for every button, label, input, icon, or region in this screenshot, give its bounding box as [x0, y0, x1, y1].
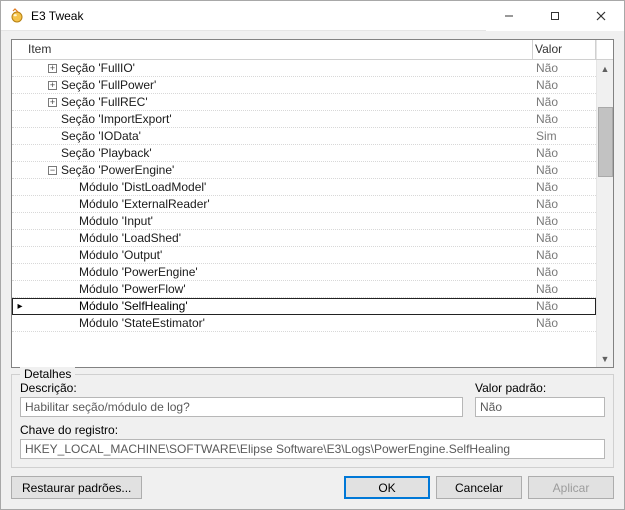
tree-row-value: Não: [534, 265, 596, 279]
tree-row-label: Seção 'FullREC': [61, 95, 148, 109]
tree-row-label: Módulo 'Input': [79, 214, 153, 228]
registry-key-field: HKEY_LOCAL_MACHINE\SOFTWARE\Elipse Softw…: [20, 439, 605, 459]
tree-row[interactable]: Módulo 'StateEstimator' Não: [12, 315, 596, 332]
scroll-thumb[interactable]: [598, 107, 613, 177]
tree-row[interactable]: Seção 'ImportExport' Não: [12, 111, 596, 128]
tree-row-value: Não: [534, 112, 596, 126]
tree-grid[interactable]: Item Valor + Seção 'FullIO' Não + Seção 'Ful…: [11, 39, 614, 368]
collapse-icon[interactable]: −: [48, 166, 57, 175]
tree-row-label: Módulo 'PowerFlow': [79, 282, 186, 296]
tree-row-value: Não: [534, 248, 596, 262]
details-group: Detalhes Descrição: Habilitar seção/módu…: [11, 374, 614, 468]
description-field: Habilitar seção/módulo de log?: [20, 397, 463, 417]
ok-button[interactable]: OK: [344, 476, 430, 499]
tree-row-value: Não: [534, 282, 596, 296]
cancel-button[interactable]: Cancelar: [436, 476, 522, 499]
scroll-up-icon[interactable]: ▲: [597, 60, 614, 77]
vertical-scrollbar[interactable]: ▲ ▼: [596, 60, 613, 367]
restore-defaults-button[interactable]: Restaurar padrões...: [11, 476, 142, 499]
expand-icon[interactable]: +: [48, 81, 57, 90]
close-button[interactable]: [578, 1, 624, 31]
default-value-label: Valor padrão:: [475, 381, 605, 395]
expand-icon[interactable]: +: [48, 64, 57, 73]
tree-row-label: Seção 'ImportExport': [61, 112, 172, 126]
tree-row-value: Não: [534, 231, 596, 245]
tree-row-value: Não: [534, 316, 596, 330]
tree-row[interactable]: Seção 'IOData' Sim: [12, 128, 596, 145]
tree-row-value: Sim: [534, 129, 596, 143]
column-header-scroll: [596, 40, 613, 59]
tree-row[interactable]: Módulo 'LoadShed' Não: [12, 230, 596, 247]
tree-row-value: Não: [534, 163, 596, 177]
tree-row[interactable]: Seção 'Playback' Não: [12, 145, 596, 162]
tree-row[interactable]: Módulo 'PowerEngine' Não: [12, 264, 596, 281]
tree-row-value: Não: [534, 180, 596, 194]
app-window: E3 Tweak Item Valor +Seção 'F: [0, 0, 625, 510]
tree-row[interactable]: Módulo 'DistLoadModel' Não: [12, 179, 596, 196]
window-title: E3 Tweak: [31, 9, 83, 23]
tree-row-label: Módulo 'SelfHealing': [79, 299, 188, 313]
tree-row-value: Não: [534, 146, 596, 160]
tree-row-label: Seção 'FullPower': [61, 78, 156, 92]
column-headers[interactable]: Item Valor: [12, 40, 613, 60]
details-legend: Detalhes: [20, 367, 75, 381]
apply-button[interactable]: Aplicar: [528, 476, 614, 499]
tree-row-label: Módulo 'LoadShed': [79, 231, 181, 245]
expand-icon[interactable]: +: [48, 98, 57, 107]
tree-row-value: Não: [534, 197, 596, 211]
tree-row[interactable]: Módulo 'Input' Não: [12, 213, 596, 230]
tree-row[interactable]: + Seção 'FullREC' Não: [12, 94, 596, 111]
default-value-field: Não: [475, 397, 605, 417]
scroll-down-icon[interactable]: ▼: [597, 350, 614, 367]
tree-row-label: Módulo 'StateEstimator': [79, 316, 205, 330]
tree-row-label: Seção 'FullIO': [61, 61, 135, 75]
titlebar[interactable]: E3 Tweak: [1, 1, 624, 31]
maximize-button[interactable]: [532, 1, 578, 31]
tree-row-label: Seção 'Playback': [61, 146, 152, 160]
tree-row-label: Módulo 'Output': [79, 248, 162, 262]
minimize-button[interactable]: [486, 1, 532, 31]
tree-row-label: Seção 'IOData': [61, 129, 141, 143]
tree-row-label: Módulo 'PowerEngine': [79, 265, 198, 279]
tree-row[interactable]: + Seção 'FullPower' Não: [12, 77, 596, 94]
tree-row-value: Não: [534, 214, 596, 228]
column-header-value[interactable]: Valor: [533, 40, 595, 59]
tree-row-label: Módulo 'ExternalReader': [79, 197, 210, 211]
tree-row[interactable]: Módulo 'Output' Não: [12, 247, 596, 264]
registry-key-label: Chave do registro:: [20, 423, 605, 437]
description-label: Descrição:: [20, 381, 463, 395]
tree-row[interactable]: Módulo 'PowerFlow' Não: [12, 281, 596, 298]
button-bar: Restaurar padrões... OK Cancelar Aplicar: [11, 474, 614, 499]
app-icon: [9, 8, 25, 24]
tree-row-value: Não: [534, 299, 596, 313]
tree-row[interactable]: Módulo 'ExternalReader' Não: [12, 196, 596, 213]
tree-row-value: Não: [534, 61, 596, 75]
tree-row[interactable]: + Seção 'FullIO' Não: [12, 60, 596, 77]
tree-row-value: Não: [534, 95, 596, 109]
tree-row-value: Não: [534, 78, 596, 92]
row-pointer-icon: ▸: [12, 301, 28, 312]
column-header-item[interactable]: Item: [12, 40, 532, 59]
tree-row[interactable]: ▸ Módulo 'SelfHealing' Não: [12, 298, 596, 315]
tree-row[interactable]: −Seção 'PowerEngine' Não: [12, 162, 596, 179]
tree-row-label: Módulo 'DistLoadModel': [79, 180, 206, 194]
tree-row-label: Seção 'PowerEngine': [61, 163, 174, 177]
